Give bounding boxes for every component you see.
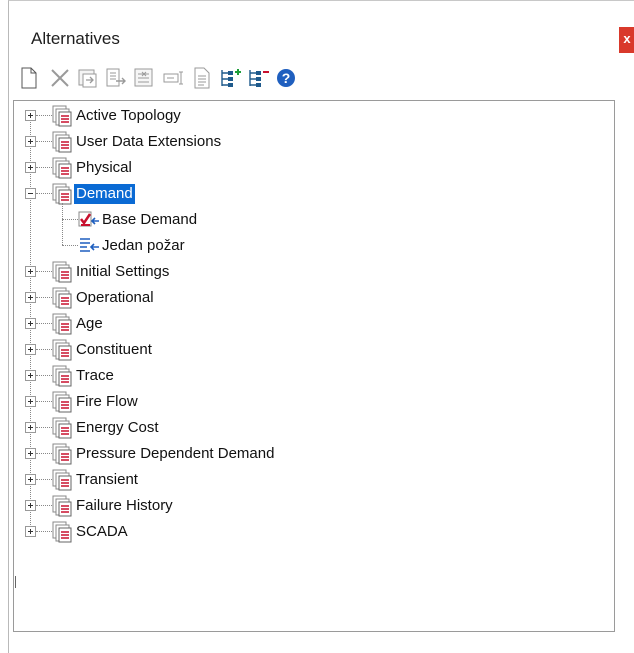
- alternatives-panel: Alternatives x ? Active Topology User Da…: [8, 0, 634, 653]
- alternative-folder-icon: [52, 469, 72, 496]
- toolbar: ?: [19, 65, 379, 93]
- delete-icon: [51, 69, 69, 87]
- new-icon: [21, 67, 37, 89]
- alternative-folder-icon: [52, 261, 72, 288]
- tree-item-label[interactable]: Operational: [74, 288, 156, 308]
- tree-item-label[interactable]: SCADA: [74, 522, 130, 542]
- expand-icon[interactable]: [25, 110, 36, 121]
- alternative-folder-icon: [52, 157, 72, 184]
- compare-icon: [134, 68, 153, 87]
- panel-title: Alternatives: [31, 29, 120, 48]
- tree-item[interactable]: Fire Flow: [14, 389, 614, 415]
- alternative-folder-icon: [52, 131, 72, 158]
- alternative-folder-icon: [52, 365, 72, 392]
- tree-item[interactable]: Operational: [14, 285, 614, 311]
- tree-item[interactable]: Active Topology: [14, 103, 614, 129]
- tree-branch-line: [62, 245, 78, 246]
- expand-icon[interactable]: [25, 318, 36, 329]
- tree-item[interactable]: Initial Settings: [14, 259, 614, 285]
- expand-icon[interactable]: [25, 370, 36, 381]
- tree-item[interactable]: Constituent: [14, 337, 614, 363]
- expand-icon[interactable]: [25, 266, 36, 277]
- tree-item-label[interactable]: User Data Extensions: [74, 132, 223, 152]
- tree-item-label[interactable]: Pressure Dependent Demand: [74, 444, 276, 464]
- expand-icon[interactable]: [25, 162, 36, 173]
- tree-item[interactable]: Demand: [14, 181, 614, 207]
- alternative-folder-icon: [52, 391, 72, 418]
- tree-item-label[interactable]: Fire Flow: [74, 392, 140, 412]
- alternative-folder-icon: [52, 287, 72, 314]
- alternative-folder-icon: [52, 339, 72, 366]
- tree-item-label[interactable]: Constituent: [74, 340, 154, 360]
- tree-item-label[interactable]: Energy Cost: [74, 418, 161, 438]
- tree-item-label[interactable]: Age: [74, 314, 105, 334]
- expand-icon[interactable]: [25, 396, 36, 407]
- tree-child-item[interactable]: Base Demand: [14, 207, 614, 233]
- svg-text:?: ?: [282, 70, 291, 86]
- delete-button[interactable]: [49, 65, 71, 91]
- tree-branch-line: [62, 219, 78, 220]
- expand-icon[interactable]: [25, 422, 36, 433]
- expand-icon[interactable]: [25, 448, 36, 459]
- compare-button[interactable]: [133, 65, 155, 91]
- help-button[interactable]: ?: [275, 65, 297, 91]
- close-button[interactable]: x: [619, 27, 634, 53]
- expand-icon[interactable]: [25, 292, 36, 303]
- tree-item-label[interactable]: Demand: [74, 184, 135, 204]
- tree-item[interactable]: Failure History: [14, 493, 614, 519]
- expand-all-button[interactable]: [219, 65, 241, 91]
- alternative-folder-icon: [52, 105, 72, 132]
- base-alternative-icon: [78, 210, 100, 235]
- tree-item[interactable]: User Data Extensions: [14, 129, 614, 155]
- alternative-folder-icon: [52, 521, 72, 548]
- alternative-folder-icon: [52, 443, 72, 470]
- new-button[interactable]: [19, 65, 41, 91]
- tree-item[interactable]: Physical: [14, 155, 614, 181]
- collapse-all-button[interactable]: [247, 65, 269, 91]
- tree-child-label[interactable]: Base Demand: [102, 211, 197, 229]
- expand-icon[interactable]: [25, 526, 36, 537]
- tree-item-label[interactable]: Active Topology: [74, 106, 183, 126]
- title-bar: Alternatives x: [9, 1, 634, 61]
- rename-button[interactable]: [77, 65, 99, 91]
- edit-icon: [163, 71, 183, 85]
- tree-item[interactable]: Transient: [14, 467, 614, 493]
- child-alternative-icon: [78, 236, 100, 261]
- tree-item-label[interactable]: Trace: [74, 366, 116, 386]
- tree-item-label[interactable]: Physical: [74, 158, 134, 178]
- report-icon: [194, 67, 210, 89]
- expand-icon[interactable]: [25, 474, 36, 485]
- alternative-folder-icon: [52, 313, 72, 340]
- tree-item[interactable]: Pressure Dependent Demand: [14, 441, 614, 467]
- alternatives-tree[interactable]: Active Topology User Data Extensions Physi…: [13, 100, 615, 632]
- merge-icon: [106, 68, 126, 87]
- edit-button[interactable]: [163, 65, 185, 91]
- expand-icon[interactable]: [25, 136, 36, 147]
- collapse-icon[interactable]: [25, 188, 36, 199]
- tree-item[interactable]: Age: [14, 311, 614, 337]
- merge-button[interactable]: [105, 65, 127, 91]
- splitter-mark: [15, 576, 19, 588]
- rename-icon: [78, 69, 97, 88]
- alternative-folder-icon: [52, 417, 72, 444]
- expand-icon[interactable]: [25, 500, 36, 511]
- tree-child-item[interactable]: Jedan požar: [14, 233, 614, 259]
- tree-item[interactable]: Energy Cost: [14, 415, 614, 441]
- tree-item[interactable]: SCADA: [14, 519, 614, 545]
- tree-child-label[interactable]: Jedan požar: [102, 237, 185, 255]
- alternative-folder-icon: [52, 495, 72, 522]
- collapse-all-icon: [249, 70, 269, 87]
- tree-item-label[interactable]: Initial Settings: [74, 262, 171, 282]
- tree-item-label[interactable]: Transient: [74, 470, 140, 490]
- help-icon: ?: [277, 69, 295, 87]
- tree-item[interactable]: Trace: [14, 363, 614, 389]
- expand-all-icon: [221, 69, 241, 87]
- report-button[interactable]: [191, 65, 213, 91]
- expand-icon[interactable]: [25, 344, 36, 355]
- tree-item-label[interactable]: Failure History: [74, 496, 175, 516]
